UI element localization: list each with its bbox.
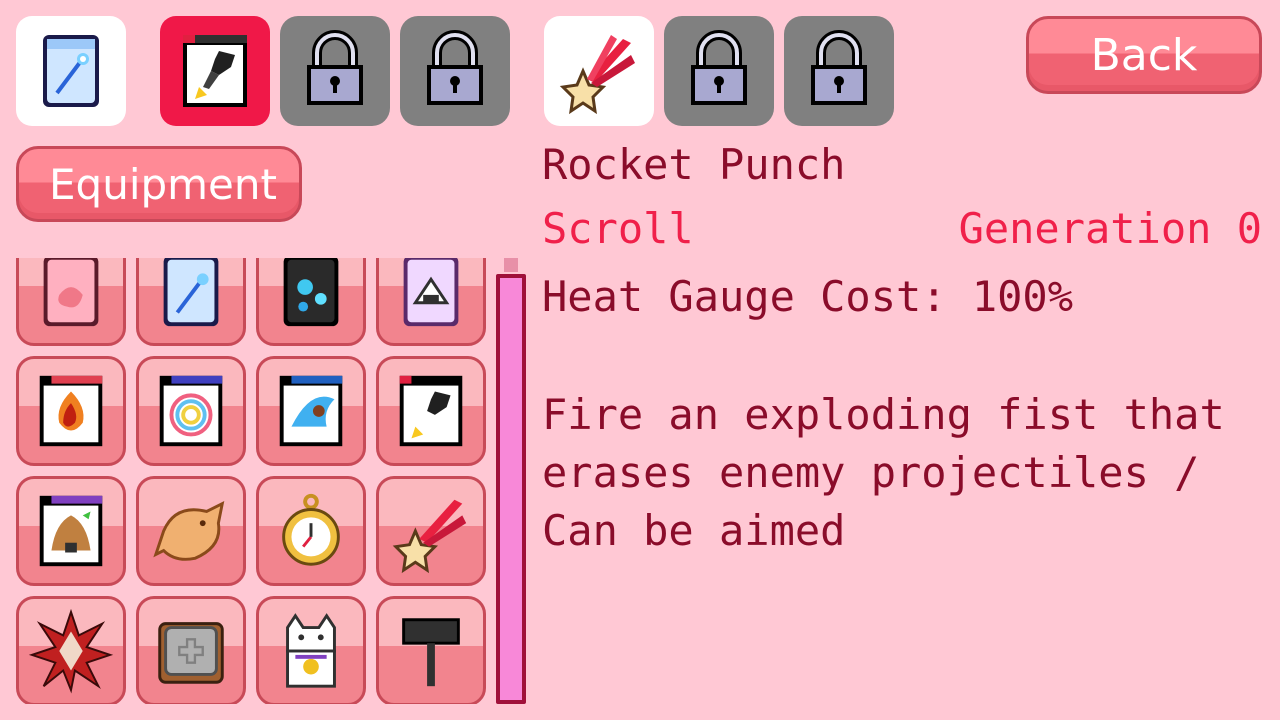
rainbow-orb-scroll-icon [159,375,223,447]
rocket-fist-scroll-icon [399,375,463,447]
inventory-item-rainbow-orb-scroll[interactable] [136,356,246,466]
ice-wand-card-icon [163,258,219,327]
inventory-item-beehive-scroll[interactable] [16,476,126,586]
feather-star-charm-icon [559,35,635,115]
blue-orb-card-icon [283,258,339,327]
inventory-item-hammer[interactable] [376,596,486,704]
equip-slot-1[interactable] [16,16,126,126]
lock-icon [427,30,483,105]
taiyaki-icon [153,500,225,561]
inventory-item-spiky-gem[interactable] [16,596,126,704]
stone-tablet-icon [158,622,224,684]
inventory-scrollbar-thumb[interactable] [496,274,526,704]
lock-icon [691,30,747,105]
feather-star-charm-icon [392,499,467,574]
equip-slot-3-locked[interactable] [280,16,390,126]
inventory-grid [16,258,490,704]
lucky-cat-icon [286,613,336,688]
item-generation: Generation 0 [958,204,1262,253]
lock-icon [811,30,867,105]
inventory-item-stone-tablet[interactable] [136,596,246,704]
inventory-item-ice-wand-card[interactable] [136,258,246,346]
item-heat-cost: Heat Gauge Cost: 100% [542,272,1074,321]
hammer-icon [402,618,460,687]
inventory-item-pocket-watch[interactable] [256,476,366,586]
ice-wand-card-icon [43,35,99,107]
inventory-item-lucky-cat[interactable] [256,596,366,704]
spiky-gem-icon [28,608,114,694]
back-button[interactable]: Back [1026,16,1262,94]
equip-slot-5[interactable] [544,16,654,126]
item-name: Rocket Punch [542,140,846,189]
rocket-fist-scroll-icon [183,35,247,107]
inventory-item-water-splash-scroll[interactable] [256,356,366,466]
equip-slot-4-locked[interactable] [400,16,510,126]
inventory-item-taiyaki[interactable] [136,476,246,586]
pocket-watch-icon [282,493,340,566]
fire-scroll-icon [39,375,103,447]
equip-slot-7-locked[interactable] [784,16,894,126]
inventory-item-blue-orb-card[interactable] [256,258,366,346]
equip-slot-2[interactable] [160,16,270,126]
inventory-item-pink-card[interactable] [16,258,126,346]
inventory-item-fire-scroll[interactable] [16,356,126,466]
water-splash-scroll-icon [279,375,343,447]
equip-slot-6-locked[interactable] [664,16,774,126]
item-category: Scroll [542,204,694,253]
equipment-tab-button[interactable]: Equipment [16,146,302,222]
scrollbar-cap [504,258,518,272]
inventory-item-feather-star-charm[interactable] [376,476,486,586]
item-description: Fire an exploding fist that erases enemy… [542,390,1225,555]
lock-icon [307,30,363,105]
pink-card-icon [43,258,99,327]
inventory-item-rocket-fist-scroll[interactable] [376,356,486,466]
beehive-scroll-icon [39,495,103,567]
inventory-item-rice-ball-card[interactable] [376,258,486,346]
rice-ball-card-icon [403,258,459,327]
